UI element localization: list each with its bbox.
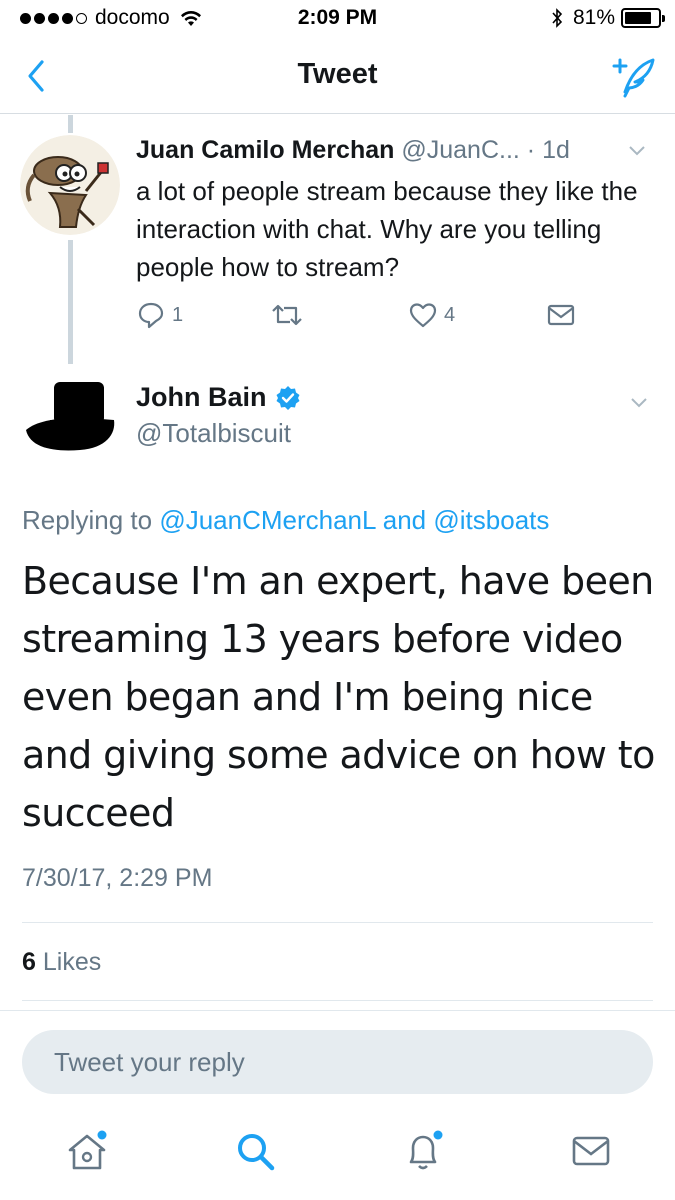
like-count: 4 [444,303,456,326]
avatar[interactable] [20,135,120,235]
battery-icon [621,8,665,28]
thread-line [68,240,73,364]
divider [0,1010,675,1011]
home-icon[interactable] [62,1126,112,1176]
reply-icon [138,302,164,329]
mention-link[interactable]: @itsboats [433,505,549,535]
replying-to: Replying to @JuanCMerchanL and @itsboats [22,505,549,536]
likes-count: 6 [22,948,36,976]
divider [22,922,653,923]
retweet-icon [272,304,302,326]
replying-and[interactable]: and [383,505,426,535]
status-bar: docomo 2:09 PM 81% [0,0,675,38]
reply-context-header: Juan Camilo Merchan @JuanC... · 1d [136,136,649,170]
messages-icon[interactable] [566,1126,616,1176]
reply-context-text: a lot of people stream because they like… [136,176,638,282]
author-name[interactable]: Juan Camilo Merchan [136,136,394,164]
retweet-action[interactable] [270,300,304,330]
page-title: Tweet [297,58,378,90]
divider [22,1000,653,1001]
chevron-down-icon[interactable] [627,144,647,158]
likes-label: Likes [42,948,102,976]
author-name[interactable]: John Bain [136,382,267,413]
reply-input[interactable] [22,1030,653,1094]
like-action[interactable]: 4 [408,300,455,330]
tweet-age: · 1d [526,136,570,164]
reply-action[interactable]: 1 [136,300,183,330]
direct-message-action[interactable] [546,300,576,330]
tweet-text: Because I'm an expert, have been streami… [22,559,655,835]
avatar[interactable] [20,378,120,478]
author-handle[interactable]: @JuanC... [401,136,519,164]
search-icon[interactable] [230,1126,280,1176]
verified-badge-icon [276,385,300,410]
mention-link[interactable]: @JuanCMerchanL [159,505,375,535]
battery-percent: 81% [572,6,615,29]
bluetooth-icon [552,8,563,28]
tweet-actions: 1 4 [136,300,586,336]
tab-bar [0,1110,675,1200]
battery-fill [625,12,651,24]
reply-count: 1 [172,303,184,326]
tweet-timestamp: 7/30/17, 2:29 PM [22,864,213,892]
thread-line [68,115,73,133]
notifications-icon[interactable] [398,1126,448,1176]
envelope-icon [547,304,575,326]
chevron-down-icon[interactable] [629,396,649,410]
author-handle[interactable]: @Totalbiscuit [136,418,291,449]
heart-icon [409,303,437,328]
nav-bar: Tweet [0,38,675,114]
replying-prefix: Replying to [22,505,153,535]
avatar-image [20,135,120,235]
likes-stat[interactable]: 6 Likes [22,948,101,977]
compose-tweet-icon[interactable] [607,52,657,100]
status-right: 81% [551,6,665,30]
reply-box[interactable] [22,1030,653,1094]
tweet-author-row: John Bain [136,382,301,413]
